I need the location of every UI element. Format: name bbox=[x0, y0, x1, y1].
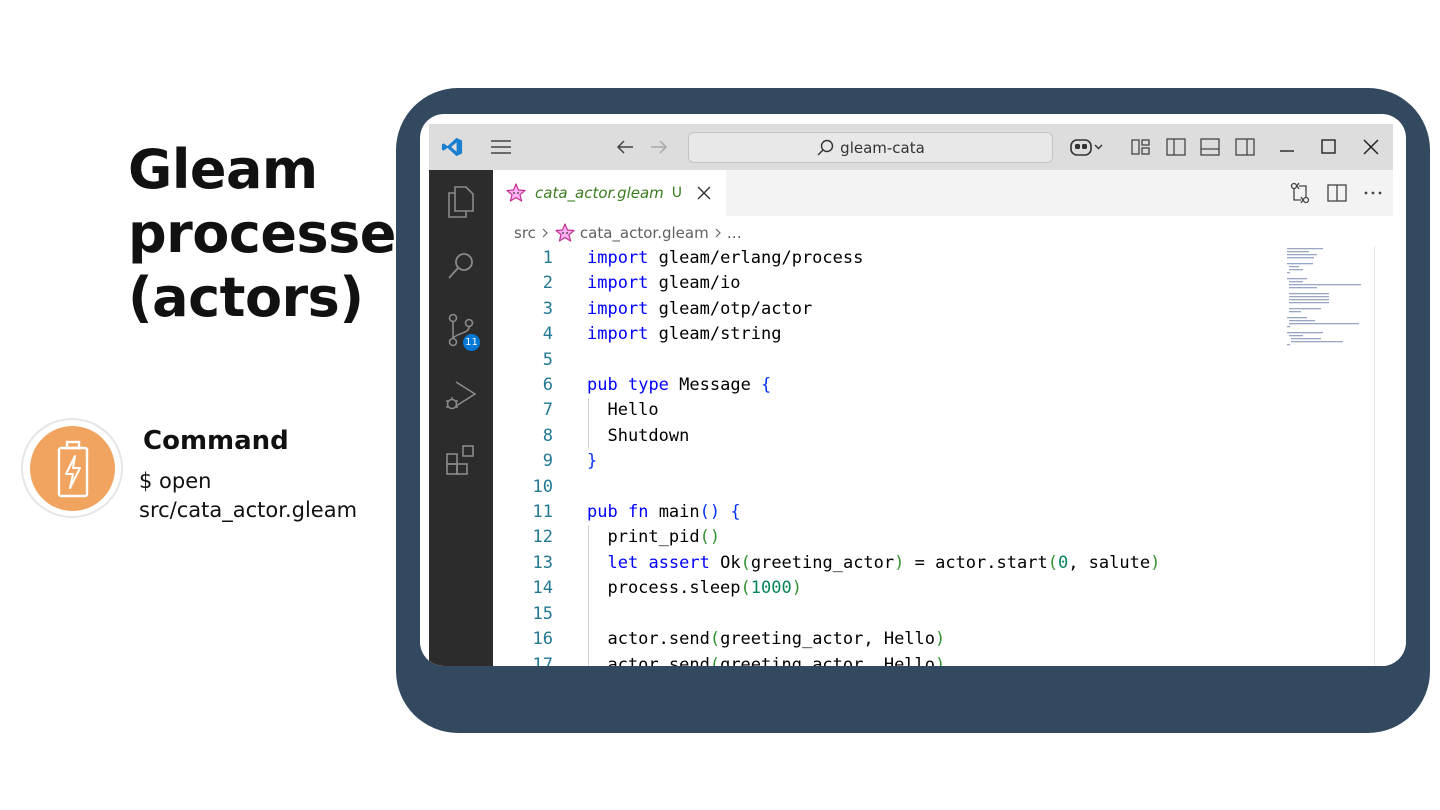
editor-actions bbox=[1289, 170, 1383, 216]
close-icon[interactable] bbox=[1359, 124, 1383, 170]
gleam-star-icon bbox=[555, 223, 575, 242]
code-content: import gleam/erlang/process import gleam… bbox=[587, 248, 1161, 666]
line-number: 7 bbox=[542, 400, 553, 421]
editor-scrollbar[interactable] bbox=[1374, 246, 1375, 666]
battery-bolt-icon bbox=[30, 426, 115, 511]
run-debug-icon[interactable] bbox=[429, 372, 493, 420]
activity-bar: 11 bbox=[429, 170, 493, 666]
split-editor-icon[interactable] bbox=[1327, 183, 1347, 203]
line-number: 16 bbox=[532, 629, 553, 650]
line-number: 11 bbox=[532, 502, 553, 523]
code-editor[interactable]: 1 2 3 4 5 6 7 8 9 10 11 12 13 14 15 16 17 import gleam/e… bbox=[493, 246, 1393, 666]
line-number: 17 bbox=[532, 654, 553, 667]
vscode-window: gleam-cata 11 cata_actor.gleam U src cat… bbox=[429, 124, 1393, 666]
chevron-right-icon bbox=[542, 228, 548, 238]
search-icon[interactable] bbox=[429, 242, 493, 290]
chevron-right-icon bbox=[715, 228, 721, 238]
close-tab-icon[interactable] bbox=[696, 185, 712, 201]
line-number: 2 bbox=[542, 273, 553, 294]
extensions-icon[interactable] bbox=[429, 436, 493, 484]
breadcrumb-folder[interactable]: src bbox=[514, 224, 536, 242]
back-arrow-icon[interactable] bbox=[612, 124, 638, 170]
search-icon bbox=[817, 139, 834, 155]
line-number: 3 bbox=[542, 298, 553, 319]
command-heading: Command bbox=[143, 426, 289, 456]
menu-icon[interactable] bbox=[487, 124, 515, 170]
open-changes-icon[interactable] bbox=[1289, 182, 1311, 204]
device-frame: gleam-cata 11 cata_actor.gleam U src cat… bbox=[396, 88, 1430, 733]
minimize-icon[interactable] bbox=[1275, 124, 1299, 170]
breadcrumb: src cata_actor.gleam … bbox=[514, 221, 742, 245]
maximize-icon[interactable] bbox=[1317, 124, 1341, 170]
line-number: 12 bbox=[532, 527, 553, 548]
tab-cata-actor[interactable]: cata_actor.gleam U bbox=[493, 170, 726, 216]
search-text: gleam-cata bbox=[840, 138, 925, 157]
device-screen: gleam-cata 11 cata_actor.gleam U src cat… bbox=[420, 114, 1406, 666]
title-bar: gleam-cata bbox=[429, 124, 1393, 170]
line-number-gutter: 1 2 3 4 5 6 7 8 9 10 11 12 13 14 15 16 17 bbox=[493, 246, 553, 666]
forward-arrow-icon[interactable] bbox=[646, 124, 672, 170]
vscode-logo-icon bbox=[437, 124, 467, 170]
line-number: 15 bbox=[532, 603, 553, 624]
line-number: 6 bbox=[542, 375, 553, 396]
line-number: 8 bbox=[542, 425, 553, 446]
line-number: 13 bbox=[532, 552, 553, 573]
line-number: 9 bbox=[542, 451, 553, 472]
tab-untracked-status: U bbox=[671, 185, 683, 201]
editor-tab-bar: cata_actor.gleam U bbox=[493, 170, 1393, 216]
more-actions-icon[interactable] bbox=[1363, 183, 1383, 203]
toggle-panel-icon[interactable] bbox=[1198, 124, 1222, 170]
toggle-secondary-sidebar-icon[interactable] bbox=[1233, 124, 1257, 170]
line-number: 1 bbox=[542, 248, 553, 268]
line-number: 5 bbox=[542, 349, 553, 370]
command-icon-ring bbox=[21, 418, 123, 518]
copilot-icon[interactable] bbox=[1067, 124, 1107, 170]
slide-title: Gleam processes (actors) bbox=[128, 138, 428, 329]
command-center-search[interactable]: gleam-cata bbox=[688, 132, 1053, 163]
layout-icon[interactable] bbox=[1129, 124, 1153, 170]
command-text: $ open src/cata_actor.gleam bbox=[139, 469, 358, 522]
line-number: 14 bbox=[532, 578, 553, 599]
minimap[interactable] bbox=[1285, 246, 1375, 346]
breadcrumb-more[interactable]: … bbox=[727, 224, 742, 242]
explorer-icon[interactable] bbox=[429, 178, 493, 226]
gleam-star-icon bbox=[506, 183, 526, 202]
line-number: 10 bbox=[532, 476, 553, 497]
breadcrumb-file[interactable]: cata_actor.gleam bbox=[580, 224, 709, 242]
toggle-sidebar-icon[interactable] bbox=[1164, 124, 1188, 170]
source-control-badge: 11 bbox=[461, 332, 482, 353]
line-number: 4 bbox=[542, 324, 553, 345]
tab-label: cata_actor.gleam bbox=[535, 184, 664, 202]
